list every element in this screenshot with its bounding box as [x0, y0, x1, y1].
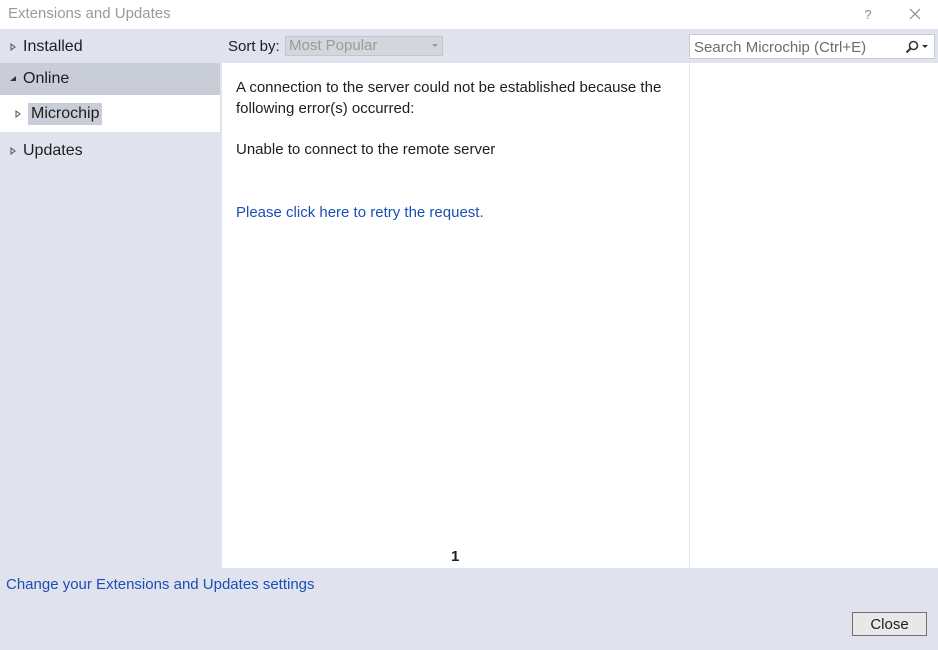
- error-message: A connection to the server could not be …: [236, 79, 662, 117]
- results-list: A connection to the server could not be …: [224, 63, 689, 568]
- search-box: [689, 34, 935, 60]
- retry-link[interactable]: Please click here to retry the request.: [236, 204, 484, 221]
- close-window-button[interactable]: [902, 2, 928, 26]
- chevron-down-icon: [922, 45, 928, 48]
- details-pane: [690, 63, 938, 568]
- triangle-down-icon: [8, 74, 18, 84]
- sidebar-item-updates[interactable]: Updates: [0, 135, 220, 167]
- sort-dropdown-value: Most Popular: [289, 37, 378, 54]
- triangle-right-icon: [8, 42, 18, 52]
- help-icon: ?: [864, 6, 872, 22]
- sort-by-label: Sort by:: [228, 38, 280, 55]
- sidebar-item-label: Online: [23, 70, 70, 87]
- sidebar: Installed Online Microchip Updates: [0, 29, 222, 568]
- sidebar-item-installed[interactable]: Installed: [0, 31, 220, 63]
- sidebar-item-online[interactable]: Online: [0, 63, 220, 95]
- sidebar-item-label: Microchip: [28, 102, 103, 125]
- footer: Change your Extensions and Updates setti…: [0, 568, 938, 650]
- settings-link[interactable]: Change your Extensions and Updates setti…: [6, 576, 315, 593]
- search-icon: [905, 40, 919, 54]
- close-button[interactable]: Close: [852, 612, 927, 636]
- sidebar-item-microchip[interactable]: Microchip: [0, 95, 220, 132]
- sort-dropdown[interactable]: Most Popular: [285, 36, 443, 56]
- page-number[interactable]: 1: [451, 548, 459, 565]
- sidebar-item-label: Updates: [23, 142, 83, 159]
- error-detail: Unable to connect to the remote server: [236, 141, 496, 158]
- title-bar: Extensions and Updates ?: [0, 0, 938, 29]
- chevron-down-icon: [432, 44, 438, 47]
- window-title: Extensions and Updates: [8, 5, 171, 22]
- triangle-right-icon: [8, 146, 18, 156]
- search-input[interactable]: [690, 35, 906, 60]
- toolbar: Sort by: Most Popular: [222, 29, 938, 63]
- triangle-right-icon: [13, 109, 23, 119]
- sidebar-item-label: Installed: [23, 38, 83, 55]
- help-button[interactable]: ?: [855, 2, 881, 26]
- search-button[interactable]: [905, 39, 931, 55]
- extensions-dialog: Extensions and Updates ? Installed Onlin…: [0, 0, 938, 650]
- close-icon: [909, 8, 921, 20]
